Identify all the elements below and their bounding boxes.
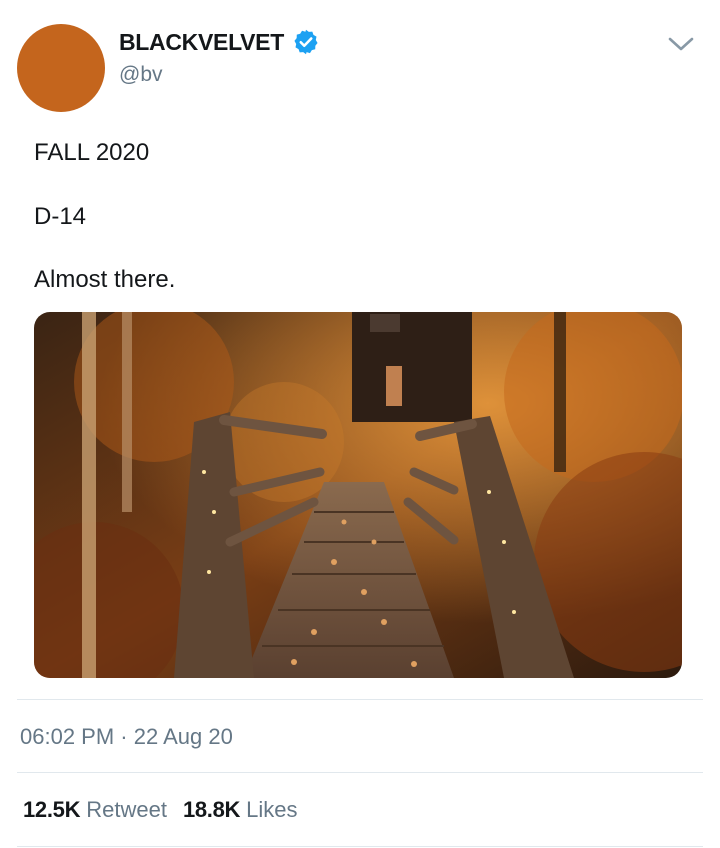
autumn-bridge-photo-icon xyxy=(34,312,682,678)
tweet-text-line: D-14 xyxy=(34,203,87,230)
retweet-label[interactable]: Retweet xyxy=(86,797,167,823)
divider xyxy=(17,846,703,847)
retweet-count[interactable]: 12.5K xyxy=(23,797,81,823)
verified-badge-icon xyxy=(294,29,318,55)
chevron-down-icon[interactable] xyxy=(668,34,694,54)
tweet-stats: 12.5K Retweet 18.8K Likes xyxy=(23,797,308,823)
tweet-media-photo[interactable] xyxy=(34,312,682,678)
author-handle[interactable]: @bv xyxy=(119,63,163,87)
like-label[interactable]: Likes xyxy=(246,797,297,823)
like-count[interactable]: 18.8K xyxy=(183,797,241,823)
divider xyxy=(17,772,703,773)
tweet-timestamp[interactable]: 06:02 PM · 22 Aug 20 xyxy=(20,724,233,750)
tweet-text-line: FALL 2020 xyxy=(34,139,150,166)
display-name[interactable]: BLACKVELVET xyxy=(119,29,284,56)
author-name-row[interactable]: BLACKVELVET xyxy=(119,28,320,56)
tweet-text-line: Almost there. xyxy=(34,266,176,293)
divider xyxy=(17,699,703,700)
avatar[interactable] xyxy=(17,24,105,112)
